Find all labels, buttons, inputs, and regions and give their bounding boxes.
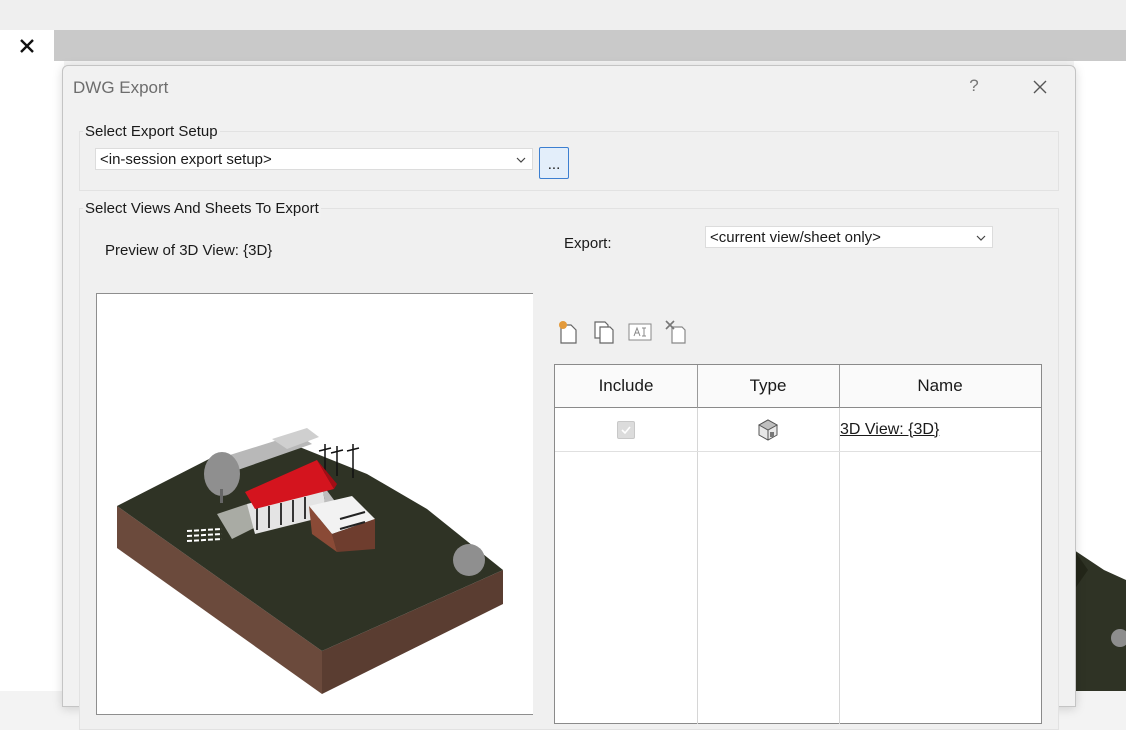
close-icon [20, 38, 34, 53]
new-set-icon [559, 321, 577, 344]
column-divider [697, 408, 698, 724]
table-row-include-cell [555, 408, 697, 451]
chevron-down-icon [516, 149, 526, 178]
column-header-type[interactable]: Type [697, 365, 839, 408]
export-setup-value: <in-session export setup> [100, 151, 272, 168]
modify-export-setup-button[interactable]: ... [539, 147, 569, 179]
export-range-value: <current view/sheet only> [710, 229, 881, 246]
view-preview [96, 293, 533, 715]
close-tab-button[interactable] [0, 30, 54, 61]
help-button[interactable]: ? [963, 74, 985, 98]
row-divider [555, 451, 1041, 452]
delete-set-icon [665, 320, 686, 344]
table-row-name-cell: 3D View: {3D} [840, 408, 1040, 451]
column-divider [839, 365, 840, 408]
export-label: Export: [564, 235, 612, 252]
duplicate-set-button[interactable] [591, 318, 617, 346]
column-header-name[interactable]: Name [839, 365, 1041, 408]
app-top-bar [0, 0, 1126, 30]
delete-set-button[interactable] [663, 318, 689, 346]
export-setup-select[interactable]: <in-session export setup> [95, 148, 533, 170]
set-toolbar [555, 318, 689, 348]
3d-view-icon [757, 418, 779, 441]
tab-strip [0, 30, 1126, 61]
views-sheets-group-label: Select Views And Sheets To Export [83, 200, 321, 217]
preview-label: Preview of 3D View: {3D} [105, 242, 273, 259]
export-range-select[interactable]: <current view/sheet only> [705, 226, 993, 248]
3d-model-preview-image [117, 428, 503, 694]
checkmark-icon [621, 425, 631, 434]
rename-set-button[interactable] [627, 318, 653, 346]
dialog-title: DWG Export [73, 78, 169, 97]
dialog-close-button[interactable] [1027, 74, 1053, 100]
views-table: Include Type Name 3D View: {3D} [554, 364, 1042, 724]
column-divider [839, 408, 840, 724]
background-model-view [1074, 550, 1126, 691]
close-icon [1033, 80, 1047, 94]
new-set-button[interactable] [555, 318, 581, 346]
column-divider [697, 365, 698, 408]
view-name-link[interactable]: 3D View: {3D} [840, 421, 939, 439]
column-header-include[interactable]: Include [555, 365, 697, 408]
background-canvas-left [0, 61, 64, 691]
export-setup-group-label: Select Export Setup [83, 123, 220, 140]
dwg-export-dialog: DWG Export ? Select Export Setup <in-ses… [62, 65, 1076, 730]
chevron-down-icon [976, 227, 986, 256]
table-row-type-cell [697, 408, 839, 451]
rename-set-icon [628, 323, 652, 341]
include-checkbox[interactable] [617, 420, 635, 439]
duplicate-set-icon [594, 321, 614, 344]
